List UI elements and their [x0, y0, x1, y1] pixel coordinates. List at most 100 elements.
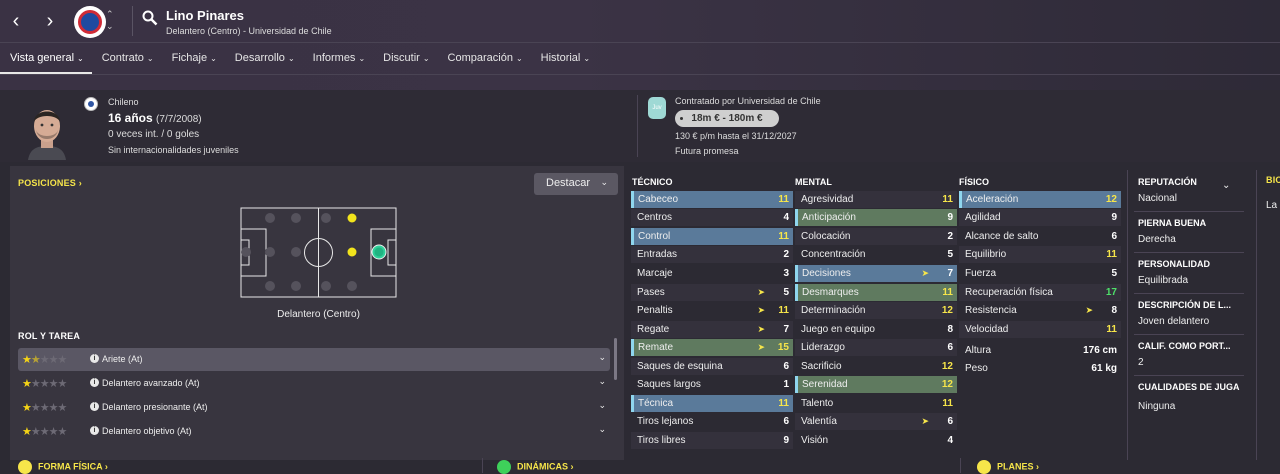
attr-regate[interactable]: Regate ➤ 7	[631, 321, 793, 338]
youth-caps: Sin internacionalidades juveniles	[108, 145, 239, 155]
attr-name: Velocidad	[965, 324, 1009, 335]
attr-remate[interactable]: Remate ➤ 15	[631, 339, 793, 356]
attr-sacrificio[interactable]: Sacrificio 12	[795, 358, 957, 375]
attr-vision[interactable]: Visión 4	[795, 432, 957, 449]
switch-player-icon[interactable]: ⌃ ⌄	[106, 8, 114, 32]
attr-agilidad[interactable]: Agilidad 9	[959, 209, 1121, 226]
attr-resistencia[interactable]: Resistencia ➤ 8	[959, 302, 1121, 319]
attr-pases[interactable]: Pases ➤ 5	[631, 284, 793, 301]
attr-concentracion[interactable]: Concentración 5	[795, 246, 957, 263]
role-row[interactable]: ★★★★★ i Ariete (At) ⌄	[18, 348, 610, 371]
personality-label: PERSONALIDAD	[1138, 259, 1211, 269]
attr-determinacion[interactable]: Determinación 12	[795, 302, 957, 319]
form-label: FORMA FÍSICA	[38, 461, 103, 472]
tab-discutir[interactable]: Discutir ⌄	[373, 46, 437, 74]
role-row[interactable]: ★★★★★ i Delantero presionante (At) ⌄	[18, 396, 610, 419]
attr-centros[interactable]: Centros 4	[631, 209, 793, 226]
form-section-header[interactable]: FORMA FÍSICA ›	[18, 460, 108, 474]
role-row[interactable]: ★★★★★ i Delantero avanzado (At) ⌄	[18, 372, 610, 395]
attr-value: 11	[1106, 249, 1117, 260]
attr-talento[interactable]: Talento 11	[795, 395, 957, 412]
attr-entradas[interactable]: Entradas 2	[631, 246, 793, 263]
attr-cabeceo[interactable]: Cabeceo 11	[631, 191, 793, 208]
attr-fuerza[interactable]: Fuerza 5	[959, 265, 1121, 282]
attr-aceleracion[interactable]: Aceleración 12	[959, 191, 1121, 208]
highlight-dropdown[interactable]: Destacar ⌄	[534, 173, 618, 195]
attr-name: Cabeceo	[638, 194, 679, 205]
attr-value: 11	[778, 231, 789, 242]
scrollbar[interactable]	[614, 338, 617, 380]
chevron-down-icon[interactable]: ⌄	[598, 376, 606, 387]
attr-alcance-de-salto[interactable]: Alcance de salto 6	[959, 228, 1121, 245]
attr-recuperacion-fisica[interactable]: Recuperación física 17	[959, 284, 1121, 301]
attr-juego-en-equipo[interactable]: Juego en equipo 8	[795, 321, 957, 338]
chevron-right-icon[interactable]: ›	[38, 10, 62, 33]
pitch-slot	[321, 213, 331, 223]
tab-fichaje[interactable]: Fichaje ⌄	[162, 46, 225, 74]
info-icon[interactable]: i	[90, 354, 99, 363]
dynamics-label: DINÁMICAS	[517, 461, 568, 472]
role-row[interactable]: ★★★★★ i Delantero objetivo (At) ⌄	[18, 420, 610, 443]
attr-marcaje[interactable]: Marcaje 3	[631, 265, 793, 282]
attr-penaltis[interactable]: Penaltis ➤ 11	[631, 302, 793, 319]
attr-control[interactable]: Control 11	[631, 228, 793, 245]
divider	[1134, 293, 1244, 294]
tab-historial[interactable]: Historial ⌄	[531, 46, 598, 74]
attr-name: Resistencia	[965, 305, 1017, 316]
wage-info: 130 € p/m hasta el 31/12/2027	[675, 131, 797, 141]
qualities-value: Ninguna	[1138, 401, 1176, 412]
attr-colocacion[interactable]: Colocación 2	[795, 228, 957, 245]
club-crest-icon[interactable]	[74, 6, 106, 38]
role-name: Delantero presionante (At)	[102, 402, 208, 412]
attr-anticipacion[interactable]: Anticipación 9	[795, 209, 957, 226]
attr-tiros-libres[interactable]: Tiros libres 9	[631, 432, 793, 449]
description-label: DESCRIPCIÓN DE L...	[1138, 300, 1232, 310]
player-face-avatar[interactable]	[24, 102, 70, 160]
positions-header[interactable]: POSICIONES ›	[18, 178, 82, 188]
info-icon[interactable]: i	[90, 378, 99, 387]
attr-tecnica[interactable]: Técnica 11	[631, 395, 793, 412]
tab-desarrollo[interactable]: Desarrollo ⌄	[225, 46, 303, 74]
attr-equilibrio[interactable]: Equilibrio 11	[959, 246, 1121, 263]
info-icon[interactable]: i	[90, 426, 99, 435]
chevron-down-icon[interactable]: ⌄	[598, 400, 606, 411]
search-icon[interactable]	[142, 10, 158, 26]
role-stars: ★★★★★	[22, 402, 67, 414]
plans-section-header[interactable]: PLANES ›	[977, 460, 1039, 474]
attr-saques-esquina[interactable]: Saques de esquina 6	[631, 358, 793, 375]
attr-liderazgo[interactable]: Liderazgo 6	[795, 339, 957, 356]
tab-label: Vista general	[10, 52, 75, 64]
chevron-down-icon[interactable]: ⌄	[598, 424, 606, 435]
tab-vista-general[interactable]: Vista general ⌄	[0, 46, 92, 74]
bio-header[interactable]: BIO	[1266, 175, 1280, 185]
chevron-down-icon[interactable]: ⌄	[1222, 180, 1230, 191]
tab-informes[interactable]: Informes ⌄	[303, 46, 374, 74]
chevron-left-icon[interactable]: ‹	[4, 10, 28, 33]
divider	[482, 458, 483, 473]
transfer-value-pill[interactable]: 18m € - 180m €	[675, 110, 779, 127]
attr-agresividad[interactable]: Agresividad 11	[795, 191, 957, 208]
attr-desmarques[interactable]: Desmarques 11	[795, 284, 957, 301]
attr-saques-largos[interactable]: Saques largos 1	[631, 376, 793, 393]
attr-serenidad[interactable]: Serenidad 12	[795, 376, 957, 393]
attr-name: Juego en equipo	[801, 324, 875, 335]
attr-velocidad[interactable]: Velocidad 11	[959, 321, 1121, 338]
attr-name: Desmarques	[802, 287, 859, 298]
pitch-slot	[291, 281, 301, 291]
tab-bar: Vista general ⌄ Contrato ⌄ Fichaje ⌄ Desarr…	[0, 46, 598, 74]
attr-decisiones[interactable]: Decisiones ➤ 7	[795, 265, 957, 282]
attr-name: Liderazgo	[801, 342, 845, 353]
info-icon[interactable]: i	[90, 402, 99, 411]
dynamics-section-header[interactable]: DINÁMICAS ›	[497, 460, 574, 474]
attr-name: Decisiones	[802, 268, 851, 279]
chevron-down-icon[interactable]: ⌄	[598, 352, 606, 363]
attr-value: 11	[942, 287, 953, 298]
tab-label: Desarrollo	[234, 52, 285, 64]
attr-tiros-lejanos[interactable]: Tiros lejanos 6	[631, 413, 793, 430]
tab-contrato[interactable]: Contrato ⌄	[92, 46, 162, 74]
attr-valentia[interactable]: Valentía ➤ 6	[795, 413, 957, 430]
rating-value: 2	[1138, 357, 1144, 368]
tab-comparacion[interactable]: Comparación ⌄	[438, 46, 531, 74]
attr-name: Entradas	[637, 249, 678, 260]
attr-value: 6	[947, 416, 953, 427]
